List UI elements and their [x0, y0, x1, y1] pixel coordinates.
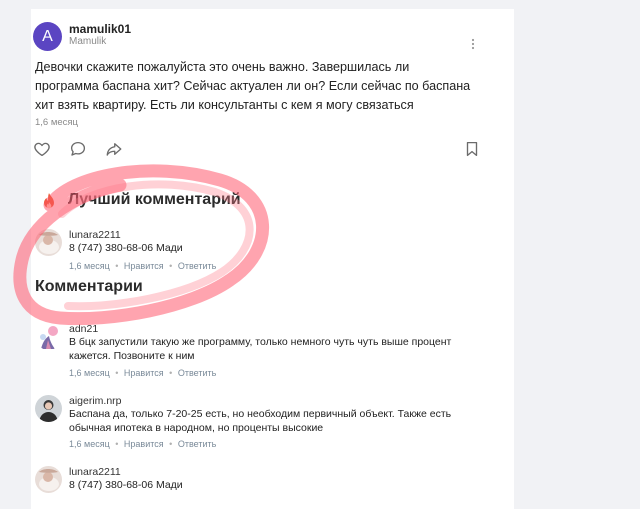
like-link[interactable]: Нравится — [124, 439, 164, 449]
bookmark-icon[interactable] — [463, 140, 483, 160]
comment-meta: 1,6 месяц • Нравится • Ответить — [69, 439, 219, 449]
like-link[interactable]: Нравится — [124, 368, 164, 378]
comment-item: adn21 В бцк запустили такую же программу… — [35, 323, 455, 379]
author-avatar[interactable]: A — [33, 22, 62, 51]
reply-link[interactable]: Ответить — [178, 368, 216, 378]
comment-text: В бцк запустили такую же программу, толь… — [69, 336, 452, 362]
user-avatar[interactable] — [35, 323, 62, 350]
meta-separator: • — [115, 439, 119, 449]
comment-meta: 1,6 месяц • Нравится • Ответить — [69, 368, 219, 378]
comment-text: Баспана да, только 7-20-25 есть, но необ… — [69, 408, 452, 434]
author-nickname: Mamulik — [69, 36, 107, 47]
more-vertical-icon[interactable] — [470, 37, 476, 53]
comment-username[interactable]: lunara2211 — [69, 229, 121, 241]
meta-separator: • — [115, 261, 119, 271]
comment-username[interactable]: adn21 — [69, 323, 98, 335]
meta-separator: • — [169, 261, 173, 271]
comment-username[interactable]: aigerim.nrp — [69, 395, 122, 407]
best-comment-title: Лучший комментарий — [68, 191, 241, 208]
user-avatar[interactable] — [35, 395, 62, 422]
share-icon[interactable] — [105, 140, 125, 160]
comment-time: 1,6 месяц — [69, 368, 110, 378]
post-time: 1,6 месяц — [35, 117, 78, 128]
reply-link[interactable]: Ответить — [178, 439, 216, 449]
author-name[interactable]: mamulik01 — [69, 22, 131, 36]
reply-link[interactable]: Ответить — [178, 261, 216, 271]
comment-meta: 1,6 месяц • Нравится • Ответить — [69, 261, 219, 271]
comment-text: 8 (747) 380-68-06 Мади — [69, 479, 183, 491]
comment-time: 1,6 месяц — [69, 439, 110, 449]
meta-separator: • — [169, 368, 173, 378]
user-avatar[interactable] — [35, 229, 62, 256]
comment-time: 1,6 месяц — [69, 261, 110, 271]
comment-item: aigerim.nrp Баспана да, только 7-20-25 е… — [35, 395, 455, 451]
comment-icon[interactable] — [69, 140, 89, 160]
best-comment: lunara2211 8 (747) 380-68-06 Мади 1,6 ме… — [35, 229, 455, 273]
meta-separator: • — [115, 368, 119, 378]
flame-icon — [44, 193, 54, 209]
comment-item: lunara2211 8 (747) 380-68-06 Мади — [35, 466, 455, 497]
meta-separator: • — [169, 439, 173, 449]
post-header: A mamulik01 Mamulik — [33, 21, 453, 55]
post-text: Девочки скажите пожалуйста это очень важ… — [35, 60, 471, 112]
comment-text: 8 (747) 380-68-06 Мади — [69, 242, 183, 254]
user-avatar[interactable] — [35, 466, 62, 493]
like-link[interactable]: Нравится — [124, 261, 164, 271]
comments-heading: Комментарии — [35, 278, 143, 295]
comment-username[interactable]: lunara2211 — [69, 466, 121, 478]
heart-icon[interactable] — [33, 140, 53, 160]
post-actions — [33, 140, 478, 160]
